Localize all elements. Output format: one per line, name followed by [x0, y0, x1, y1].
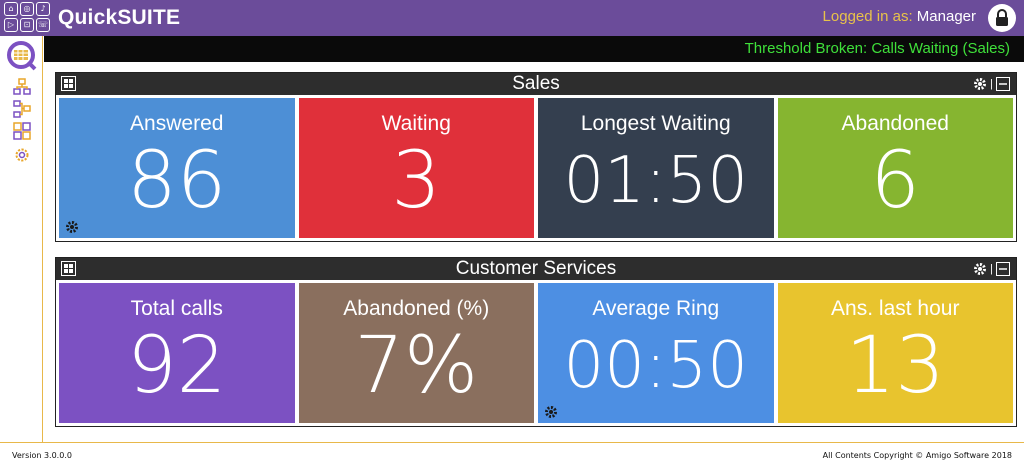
- layout-grid-icon[interactable]: [61, 76, 76, 91]
- panel-settings-gear-icon[interactable]: [973, 77, 987, 91]
- tile-title: Abandoned (%): [343, 297, 490, 320]
- version-label: Version 3.0.0.0: [12, 451, 72, 460]
- tile-ans-last-hour[interactable]: Ans. last hour 13: [776, 282, 1014, 424]
- tile-value: 7%: [354, 321, 479, 411]
- app-icon-3[interactable]: ♪: [36, 2, 50, 16]
- panel-title: Customer Services: [455, 258, 617, 279]
- login-user: Manager: [916, 8, 976, 25]
- tile-value: 92: [127, 321, 227, 411]
- app-icon-2[interactable]: ◎: [20, 2, 34, 16]
- app-icon-1[interactable]: ⌂: [4, 2, 18, 16]
- tile-total-calls[interactable]: Total calls 92: [58, 282, 296, 424]
- panel-actions: |: [973, 76, 1010, 92]
- tile-value: 13: [845, 321, 945, 411]
- settings-gear-icon[interactable]: [13, 146, 31, 164]
- hierarchy-icon[interactable]: [13, 78, 31, 96]
- tile-longest-waiting[interactable]: Longest Waiting 01:50: [537, 97, 775, 239]
- tile-title: Longest Waiting: [580, 112, 731, 135]
- tile-value: 00:50: [563, 329, 748, 403]
- tile-settings-gear-icon[interactable]: [544, 405, 558, 419]
- tile-title: Average Ring: [592, 297, 720, 320]
- tile-average-ring[interactable]: Average Ring 00:50: [537, 282, 775, 424]
- app-icon-6[interactable]: ☏: [36, 18, 50, 32]
- panel-header: Sales |: [56, 73, 1016, 95]
- tile-title: Answered: [130, 112, 224, 135]
- tile-value: 86: [127, 136, 227, 226]
- panel-settings-gear-icon[interactable]: [973, 262, 987, 276]
- sidebar: [0, 36, 43, 442]
- panel-sales: Sales | Answered 86 Waiting 3 Longest Wa…: [55, 72, 1017, 242]
- tile-waiting[interactable]: Waiting 3: [297, 97, 535, 239]
- flow-icon[interactable]: [13, 100, 31, 118]
- app-title: QuickSUITE: [58, 6, 181, 29]
- app-icon-4[interactable]: ▷: [4, 18, 18, 32]
- panel-title: Sales: [512, 73, 560, 94]
- tile-value: 3: [391, 136, 442, 226]
- top-bar: ⌂ ◎ ♪ ▷ ⊡ ☏ QuickSUITE Logged in as: Man…: [0, 0, 1024, 36]
- tile-row: Total calls 92 Abandoned (%) 7% Average …: [56, 280, 1016, 426]
- layout-grid-icon[interactable]: [61, 261, 76, 276]
- tile-value: 01:50: [563, 144, 748, 218]
- login-prefix: Logged in as:: [822, 8, 913, 25]
- tile-answered[interactable]: Answered 86: [58, 97, 296, 239]
- app-icon-5[interactable]: ⊡: [20, 18, 34, 32]
- tile-title: Total calls: [130, 297, 223, 320]
- tile-title: Abandoned: [841, 112, 949, 135]
- tile-title: Waiting: [381, 112, 451, 135]
- threshold-alert-bar: Threshold Broken: Calls Waiting (Sales): [44, 36, 1024, 62]
- panel-header: Customer Services |: [56, 258, 1016, 280]
- panel-customer-services: Customer Services | Total calls 92 Aband…: [55, 257, 1017, 427]
- footer: Version 3.0.0.0 All Contents Copyright ©…: [0, 442, 1024, 466]
- tile-title: Ans. last hour: [831, 297, 960, 320]
- minimize-icon[interactable]: [996, 262, 1010, 276]
- tile-value: 6: [870, 136, 921, 226]
- login-status: Logged in as: Manager: [823, 8, 976, 25]
- tile-settings-gear-icon[interactable]: [65, 220, 79, 234]
- quicksuite-logo-icon[interactable]: [6, 40, 38, 72]
- tile-abandoned[interactable]: Abandoned 6: [776, 97, 1014, 239]
- lock-icon[interactable]: [988, 4, 1016, 32]
- tile-abandoned-percent[interactable]: Abandoned (%) 7%: [297, 282, 535, 424]
- dashboard-grid-icon[interactable]: [13, 122, 31, 140]
- panel-actions: |: [973, 261, 1010, 277]
- minimize-icon[interactable]: [996, 77, 1010, 91]
- copyright-label: All Contents Copyright © Amigo Software …: [822, 451, 1012, 460]
- app-launcher-icons: ⌂ ◎ ♪ ▷ ⊡ ☏: [4, 2, 52, 34]
- separator: |: [990, 263, 993, 275]
- tile-row: Answered 86 Waiting 3 Longest Waiting 01…: [56, 95, 1016, 241]
- separator: |: [990, 78, 993, 90]
